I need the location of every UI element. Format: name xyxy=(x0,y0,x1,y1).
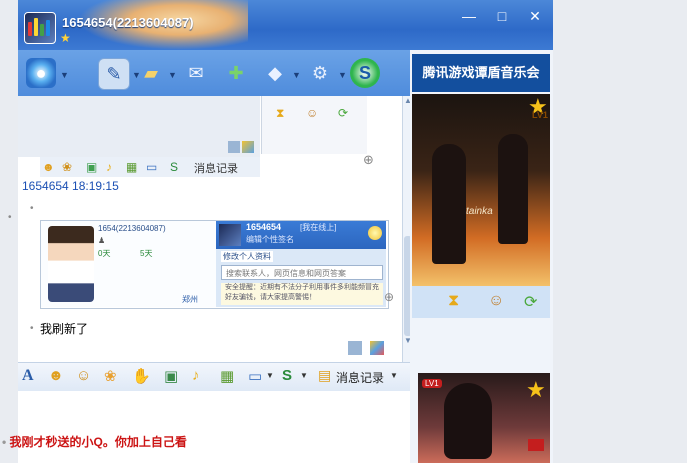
app-icon[interactable]: ◆ xyxy=(260,58,290,88)
shake-icon[interactable]: ✋ xyxy=(132,367,151,385)
card-stat-1: 0天 xyxy=(98,249,111,258)
pencil-icon xyxy=(28,18,50,36)
history-label: 消息记录 xyxy=(194,163,238,175)
gift-icon: ❀ xyxy=(62,160,73,174)
search-field[interactable]: 搜索联系人，网页信息和网页答案 xyxy=(221,265,383,280)
wink-icon[interactable]: ☺ xyxy=(76,367,91,384)
figure-silhouette xyxy=(498,134,528,244)
s-app-icon[interactable]: S xyxy=(282,367,292,384)
card-right-status: [我在线上] xyxy=(300,223,337,232)
app-grid-icon[interactable]: ▦ xyxy=(220,367,234,385)
card-left-footer: 郑州 xyxy=(182,295,198,304)
maximize-button[interactable]: □ xyxy=(489,6,515,28)
chevron-down-icon[interactable]: ▼ xyxy=(338,70,347,80)
penguin-icon: ♟ xyxy=(98,236,106,245)
mail-icon[interactable]: ✉ xyxy=(181,58,211,88)
star-icon: ★ xyxy=(526,377,546,402)
snapshot-small-icon xyxy=(228,141,240,153)
message-bullet: • xyxy=(30,323,34,334)
expand-icon[interactable] xyxy=(348,341,362,355)
minimize-button[interactable]: — xyxy=(456,6,482,28)
font-icon[interactable]: A xyxy=(22,367,34,385)
page-message: • 我刚才秒送的小Q。你加上自己看 xyxy=(2,433,187,450)
message-bullet: • xyxy=(30,203,34,214)
snapshot-color-icon xyxy=(242,141,254,153)
history-icon[interactable]: ▤ xyxy=(318,367,331,384)
gift-icon[interactable]: ❀ xyxy=(104,367,117,385)
level-badge: LV1 xyxy=(532,110,548,120)
chevron-down-icon[interactable]: ▼ xyxy=(300,371,308,380)
figure-silhouette xyxy=(432,144,466,264)
palette-icon[interactable] xyxy=(370,341,384,355)
zoom-icon[interactable]: ⊕ xyxy=(363,152,374,168)
hourglass-icon: ⧗ xyxy=(276,106,285,120)
hourglass-icon[interactable]: ⧗ xyxy=(448,292,459,310)
message-meta: 1654654 18:19:15 xyxy=(22,179,119,193)
chevron-down-icon[interactable]: ▼ xyxy=(168,70,177,80)
app-grid-icon: ▦ xyxy=(126,160,138,174)
edit-profile-button[interactable]: 修改个人资料 xyxy=(221,251,273,262)
refresh-icon[interactable]: ⟳ xyxy=(524,292,537,312)
figure-silhouette xyxy=(444,383,492,459)
zoom-icon[interactable]: ⊕ xyxy=(384,290,394,304)
add-icon[interactable]: ✚ xyxy=(221,58,251,88)
star-badge: ★ LV1 xyxy=(528,94,548,121)
card-avatar xyxy=(219,224,241,246)
ad-banner-image[interactable]: tainka xyxy=(412,94,550,286)
music-icon: ♪ xyxy=(106,160,112,174)
music-icon[interactable]: ♪ xyxy=(192,367,200,384)
image-icon: ▣ xyxy=(86,160,98,174)
star-icon: ★ xyxy=(60,31,71,45)
user-icon[interactable]: ☺ xyxy=(488,292,504,310)
video-icon[interactable]: ● xyxy=(26,58,56,88)
snapshot-toolbar: ☻ ❀ ▣ ♪ ▦ ▭ S 消息记录 xyxy=(40,157,260,177)
message-input[interactable] xyxy=(18,391,410,463)
refresh-icon: ⟳ xyxy=(338,106,349,120)
ad-overlay-text: tainka xyxy=(466,206,493,217)
speaker-icon[interactable] xyxy=(528,439,544,451)
page-bullet: • xyxy=(8,212,12,223)
card-right-name: 1654654 xyxy=(246,222,282,232)
chat-window: 1654654(2213604087) ★ — □ ✕ ● ▼ ✎ ▼ ▰ ▼ … xyxy=(18,0,553,463)
sun-icon xyxy=(368,226,382,240)
card-stat-2: 5天 xyxy=(140,249,153,258)
chevron-down-icon[interactable]: ▼ xyxy=(60,70,69,80)
chevron-down-icon[interactable]: ▼ xyxy=(390,371,398,380)
close-button[interactable]: ✕ xyxy=(522,6,548,28)
level-badge: LV1 xyxy=(422,379,442,388)
s-app-icon: S xyxy=(170,160,179,174)
user-icon: ☺ xyxy=(306,106,319,120)
chevron-down-icon[interactable]: ▼ xyxy=(292,70,301,80)
window-title: 1654654(2213604087) xyxy=(62,15,194,30)
message-text: 我刷新了 xyxy=(40,322,89,336)
screenshot-icon[interactable]: ▭ xyxy=(248,367,262,385)
settings-icon[interactable]: ⚙ xyxy=(305,58,335,88)
folder-icon[interactable]: ▰ xyxy=(136,58,166,88)
mic-icon[interactable]: ✎ xyxy=(98,58,130,90)
snapshot-panel xyxy=(18,96,260,157)
input-toolbar: A ☻ ☺ ❀ ✋ ▣ ♪ ▦ ▭ ▼ S ▼ ▤ 消息记录 ▼ xyxy=(18,362,410,391)
screen-icon: ▭ xyxy=(146,160,158,174)
ad-title[interactable]: 腾讯游戏谭盾音乐会 xyxy=(412,54,550,92)
ad-banner-image-2[interactable]: LV1 ★ xyxy=(418,373,550,463)
card-left-name: 1654(2213604087) xyxy=(98,224,166,233)
security-notice: 安全提醒：近期有不法分子利用事件多利能频冒充好友骗钱，请大家提高警惕！ xyxy=(221,283,383,305)
chevron-down-icon[interactable]: ▼ xyxy=(266,371,274,380)
s-app-icon[interactable]: S xyxy=(350,58,380,88)
card-right-sign: 编辑个性签名 xyxy=(246,235,294,244)
page-message-text: 我刚才秒送的小Q。你加上自己看 xyxy=(9,435,187,449)
page-bullet: • xyxy=(2,435,10,449)
image-icon[interactable]: ▣ xyxy=(164,367,178,385)
ad-action-bar: ⧗ ☺ ⟳ xyxy=(412,286,550,318)
avatar-cartoon xyxy=(48,226,94,302)
snapshot-right-panel: ⧗ ☺ ⟳ xyxy=(261,96,367,154)
emoji-icon[interactable]: ☻ xyxy=(48,367,64,384)
history-button[interactable]: 消息记录 xyxy=(336,369,384,386)
emoji-icon: ☻ xyxy=(42,160,55,174)
